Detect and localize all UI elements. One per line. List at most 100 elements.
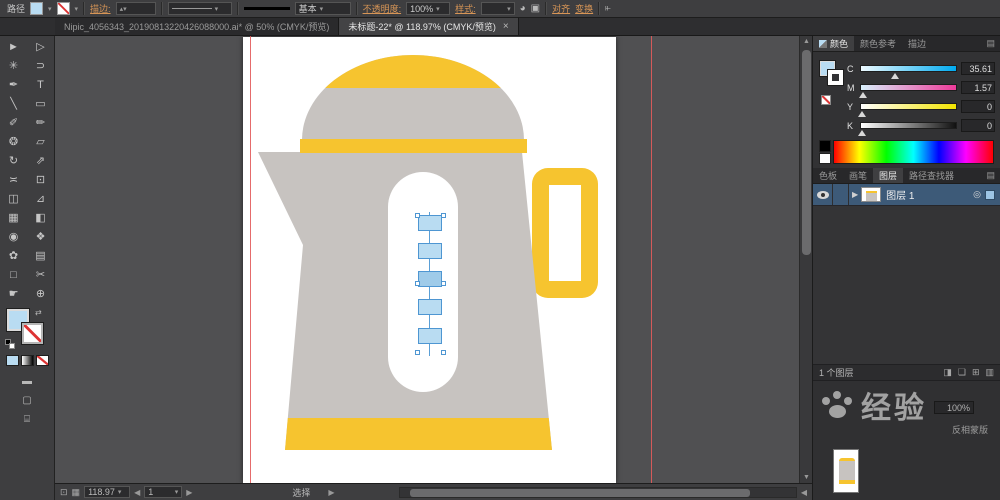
edit-toolbar-icon[interactable]: ⌸: [24, 414, 30, 425]
document-tab-active[interactable]: 未标题-22* @ 118.97% (CMYK/预览) ×: [339, 18, 519, 35]
first-artboard-icon[interactable]: ◀: [134, 488, 140, 497]
lasso-tool-icon[interactable]: ⊃: [27, 56, 54, 75]
tab-color-guide[interactable]: 颜色参考: [854, 36, 902, 51]
transparency-thumbnail[interactable]: [833, 449, 859, 493]
zoom-select[interactable]: 118.97 ▾: [84, 486, 131, 498]
slider-thumb[interactable]: [890, 73, 899, 79]
water-level-mark[interactable]: [418, 328, 442, 344]
swap-fill-stroke-icon[interactable]: ⇄: [35, 308, 42, 317]
gradient-mode-button[interactable]: [20, 355, 34, 366]
selection-color-chip[interactable]: [985, 189, 995, 200]
slider-thumb[interactable]: [857, 130, 866, 136]
status-preview-icon[interactable]: ▦: [72, 487, 81, 498]
perspective-grid-tool-icon[interactable]: ⊿: [27, 189, 54, 208]
panel-menu-icon[interactable]: ▤: [986, 38, 1000, 49]
pen-tool-icon[interactable]: ✒: [0, 75, 27, 94]
symbol-sprayer-tool-icon[interactable]: ✿: [0, 246, 27, 265]
black-value-input[interactable]: 0: [961, 119, 995, 132]
target-circle-icon[interactable]: ◎: [973, 189, 981, 200]
selection-anchor[interactable]: [415, 350, 420, 355]
selection-anchor[interactable]: [441, 281, 446, 286]
stroke-weight-input[interactable]: ▴▾: [115, 2, 156, 15]
mesh-tool-icon[interactable]: ▦: [0, 208, 27, 227]
zoom-tool-icon[interactable]: ⊕: [27, 284, 54, 303]
selected-objects-group[interactable]: [415, 212, 446, 356]
delete-layer-icon[interactable]: ▥: [985, 367, 994, 378]
color-spectrum-ramp[interactable]: [833, 140, 994, 164]
stroke-swatch[interactable]: [22, 323, 43, 344]
none-swatch[interactable]: [821, 95, 831, 105]
style-link[interactable]: 样式:: [455, 2, 476, 15]
layers-empty-area[interactable]: [813, 206, 1000, 364]
cyan-slider[interactable]: [860, 65, 957, 79]
magic-wand-tool-icon[interactable]: ✳: [0, 56, 27, 75]
rotate-tool-icon[interactable]: ↻: [0, 151, 27, 170]
artboard-select[interactable]: 1 ▾: [144, 486, 183, 498]
blend-tool-icon[interactable]: ❖: [27, 227, 54, 246]
vertical-scrollbar[interactable]: ▲ ▼: [799, 36, 812, 483]
panel-menu-icon[interactable]: ▤: [986, 170, 1000, 181]
hand-tool-icon[interactable]: ☛: [0, 284, 27, 303]
selection-anchor[interactable]: [415, 281, 420, 286]
magenta-slider[interactable]: [859, 84, 957, 98]
horizontal-scrollbar[interactable]: [398, 486, 797, 498]
make-mask-icon[interactable]: ◨: [943, 367, 952, 378]
artboard-tool-icon[interactable]: □: [0, 265, 27, 284]
style-select[interactable]: ▾: [480, 2, 515, 15]
tab-pathfinder[interactable]: 路径查找器: [903, 168, 960, 183]
new-sublayer-icon[interactable]: ❏: [958, 367, 966, 378]
selection-anchor[interactable]: [415, 213, 420, 218]
variable-width-select[interactable]: ▾: [167, 2, 232, 15]
workspace-icon[interactable]: ⫦: [605, 3, 611, 14]
water-level-mark[interactable]: [418, 215, 442, 231]
shape-builder-tool-icon[interactable]: ◫: [0, 189, 27, 208]
fill-dropdown-icon[interactable]: ▾: [48, 5, 52, 13]
water-level-mark[interactable]: [418, 243, 442, 259]
layer-name[interactable]: 图层 1: [886, 187, 914, 202]
layer-thumbnail[interactable]: [861, 187, 882, 202]
tab-swatches[interactable]: 色板: [813, 168, 843, 183]
close-tab-icon[interactable]: ×: [503, 21, 509, 32]
none-mode-button[interactable]: [35, 355, 49, 366]
column-graph-tool-icon[interactable]: ▤: [27, 246, 54, 265]
eye-icon[interactable]: [816, 190, 829, 199]
slider-thumb[interactable]: [859, 92, 868, 98]
scale-tool-icon[interactable]: ⇗: [27, 151, 54, 170]
document-setup-icon[interactable]: ▣: [531, 3, 540, 14]
kettle-lid-shape[interactable]: [302, 55, 524, 140]
stroke-link[interactable]: 描边:: [90, 2, 111, 15]
default-fill-stroke-icon[interactable]: [5, 339, 15, 349]
water-level-mark[interactable]: [418, 271, 442, 287]
layer-row[interactable]: ▶ 图层 1 ◎: [813, 184, 1000, 206]
draw-mode-icon[interactable]: ▬: [22, 376, 32, 387]
scroll-right-icon[interactable]: ◀: [801, 488, 807, 497]
transparency-opacity-input[interactable]: 100%: [934, 401, 974, 414]
spinner-icon[interactable]: ▴▾: [120, 5, 127, 13]
visibility-cell[interactable]: [813, 184, 833, 205]
gradient-tool-icon[interactable]: ◧: [27, 208, 54, 227]
opacity-link[interactable]: 不透明度:: [363, 2, 402, 15]
tab-brushes[interactable]: 画笔: [843, 168, 873, 183]
lock-cell[interactable]: [833, 184, 849, 205]
stroke-color-swatch[interactable]: [56, 2, 70, 15]
width-tool-icon[interactable]: ≍: [0, 170, 27, 189]
stroke-proxy-swatch[interactable]: [828, 70, 843, 85]
invert-mask-label[interactable]: 反相蒙版: [952, 423, 988, 436]
selection-anchor[interactable]: [441, 350, 446, 355]
kettle-lid-cap-shape[interactable]: [302, 55, 524, 88]
expand-triangle-icon[interactable]: ▶: [852, 190, 858, 199]
scroll-up-icon[interactable]: ▲: [800, 38, 812, 45]
free-transform-tool-icon[interactable]: ⊡: [27, 170, 54, 189]
yellow-slider[interactable]: [857, 103, 957, 117]
tab-stroke[interactable]: 描边: [902, 36, 932, 51]
next-artboard-icon[interactable]: ▶: [186, 488, 192, 497]
document-tab-inactive[interactable]: Nipic_4056343_20190813220426088000.ai* @…: [55, 18, 340, 35]
opacity-select[interactable]: 100% ▾: [406, 2, 451, 15]
direct-selection-tool-icon[interactable]: ▷: [27, 37, 54, 56]
line-tool-icon[interactable]: ╲: [0, 94, 27, 113]
canvas[interactable]: ▲ ▼: [55, 36, 812, 483]
slice-tool-icon[interactable]: ✂: [27, 265, 54, 284]
water-level-mark[interactable]: [418, 299, 442, 315]
selection-tool-icon[interactable]: ►: [0, 37, 27, 56]
blob-brush-tool-icon[interactable]: ❂: [0, 132, 27, 151]
